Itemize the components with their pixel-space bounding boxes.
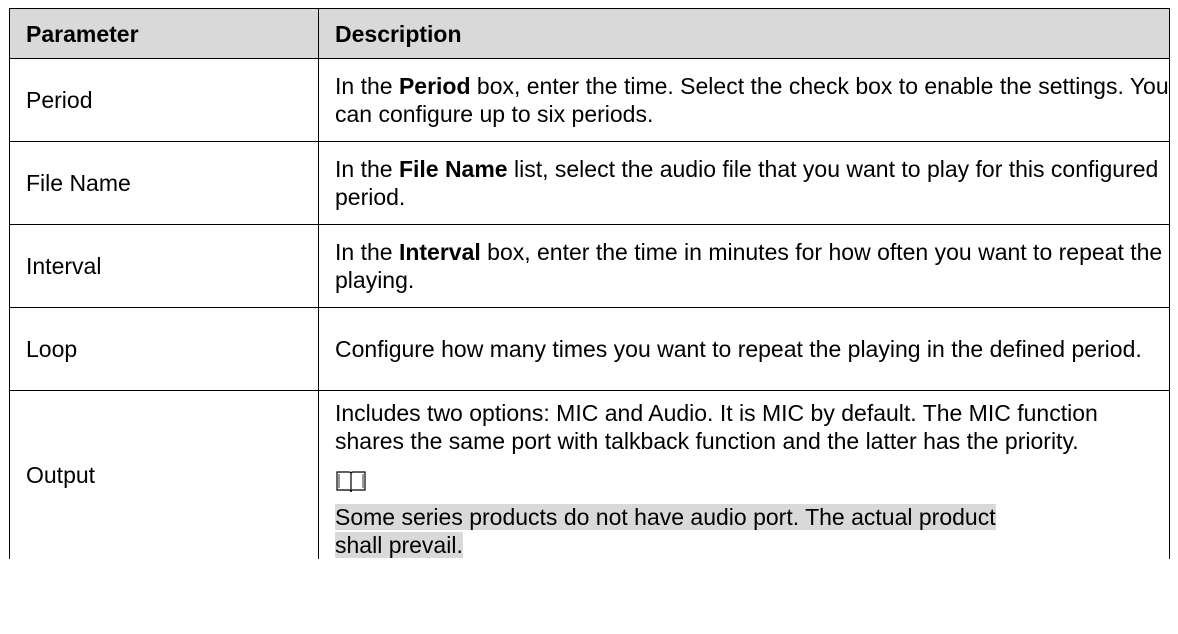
book-icon: [336, 471, 366, 493]
table-row: Output Includes two options: MIC and Aud…: [9, 390, 1170, 559]
parameter-name: Loop: [9, 307, 319, 391]
desc-text: In the: [335, 155, 399, 182]
note-line: shall prevail.: [335, 532, 463, 558]
parameter-table: Parameter Description Period In the Peri…: [9, 8, 1170, 559]
parameter-description: In the Period box, enter the time. Selec…: [318, 58, 1170, 142]
table-row: Period In the Period box, enter the time…: [9, 58, 1170, 142]
note-line: Some series products do not have audio p…: [335, 504, 996, 530]
table-row: Loop Configure how many times you want t…: [9, 307, 1170, 391]
parameter-description: In the Interval box, enter the time in m…: [318, 224, 1170, 308]
desc-text: Configure how many times you want to rep…: [335, 335, 1142, 362]
table-header-row: Parameter Description: [9, 8, 1170, 59]
header-description: Description: [318, 8, 1170, 59]
parameter-name: File Name: [9, 141, 319, 225]
header-parameter: Parameter: [9, 8, 319, 59]
desc-text: Includes two options: MIC and Audio. It …: [335, 400, 1098, 454]
parameter-description: In the File Name list, select the audio …: [318, 141, 1170, 225]
table-row: Interval In the Interval box, enter the …: [9, 224, 1170, 308]
desc-bold-term: File Name: [398, 155, 508, 182]
desc-bold-term: Period: [398, 72, 471, 99]
parameter-description: Includes two options: MIC and Audio. It …: [318, 390, 1170, 559]
parameter-name: Interval: [9, 224, 319, 308]
desc-bold-term: Interval: [398, 238, 481, 265]
parameter-name: Output: [9, 390, 319, 559]
note-text: Some series products do not have audio p…: [335, 503, 1169, 559]
parameter-name: Period: [9, 58, 319, 142]
parameter-description: Configure how many times you want to rep…: [318, 307, 1170, 391]
desc-text: In the: [335, 72, 399, 99]
desc-text: In the: [335, 238, 399, 265]
table-row: File Name In the File Name list, select …: [9, 141, 1170, 225]
